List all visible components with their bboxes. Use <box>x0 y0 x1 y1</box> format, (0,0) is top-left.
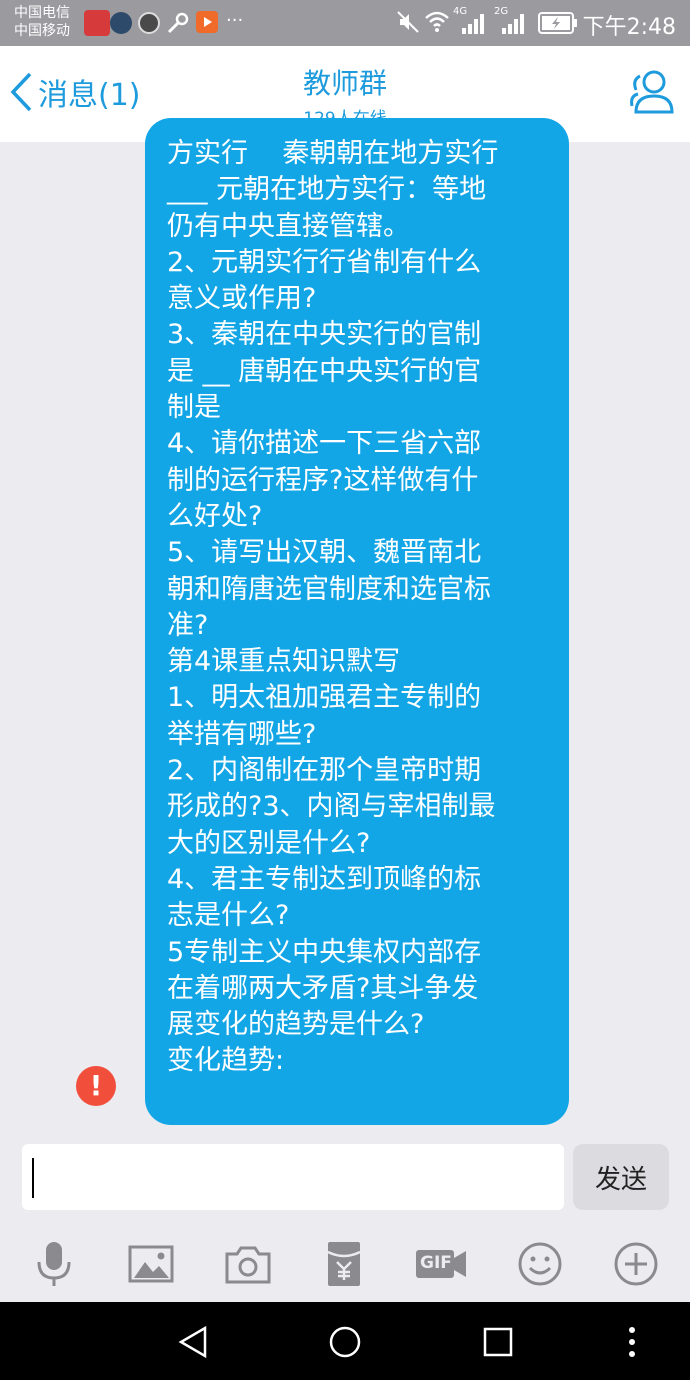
back-triangle-icon[interactable] <box>175 1324 211 1360</box>
red-packet-icon[interactable] <box>318 1238 370 1290</box>
signal-icon <box>502 14 524 34</box>
battery-icon <box>538 12 577 34</box>
microphone-icon[interactable] <box>28 1238 80 1290</box>
carrier-2: 中国移动 <box>14 23 70 39</box>
plus-icon[interactable] <box>610 1238 662 1290</box>
text-cursor <box>32 1158 34 1198</box>
app-notification-icon <box>110 12 132 34</box>
system-nav-bar <box>0 1302 690 1380</box>
emoji-icon[interactable] <box>514 1238 566 1290</box>
more-notifications-icon: ··· <box>226 10 244 31</box>
message-input[interactable] <box>22 1144 564 1210</box>
gif-button[interactable]: GIF <box>414 1238 468 1290</box>
image-icon[interactable] <box>125 1238 177 1290</box>
send-failed-icon[interactable]: ! <box>76 1066 116 1106</box>
home-circle-icon[interactable] <box>327 1324 363 1360</box>
message-bubble[interactable]: 方实行 秦朝朝在地方实行 ___ 元朝在地方实行：等地 仍有中央直接管辖。 2、… <box>145 118 569 1125</box>
message-text: 方实行 秦朝朝在地方实行 ___ 元朝在地方实行：等地 仍有中央直接管辖。 2、… <box>167 138 499 1077</box>
page-title: 教师群 <box>302 67 387 100</box>
app-notification-icon <box>138 12 160 34</box>
clock: 下午2:48 <box>582 15 676 40</box>
app-notification-icon <box>84 10 110 36</box>
carrier-info: 中国电信 中国移动 <box>14 4 70 40</box>
carrier-1: 中国电信 <box>14 5 70 21</box>
status-bar: 中国电信 中国移动 ··· 4G 2G 下午2:48 <box>0 0 690 46</box>
key-icon <box>167 12 189 34</box>
send-button[interactable]: 发送 <box>573 1144 669 1210</box>
signal-icon <box>462 14 484 34</box>
camera-icon[interactable] <box>222 1238 274 1290</box>
group-members-icon[interactable] <box>626 66 678 118</box>
recents-square-icon[interactable] <box>480 1324 516 1360</box>
gif-label: GIF <box>420 1253 452 1273</box>
play-app-icon <box>196 11 218 33</box>
menu-dots-icon[interactable] <box>620 1324 644 1360</box>
wifi-icon <box>425 11 449 32</box>
mute-icon <box>397 11 419 33</box>
